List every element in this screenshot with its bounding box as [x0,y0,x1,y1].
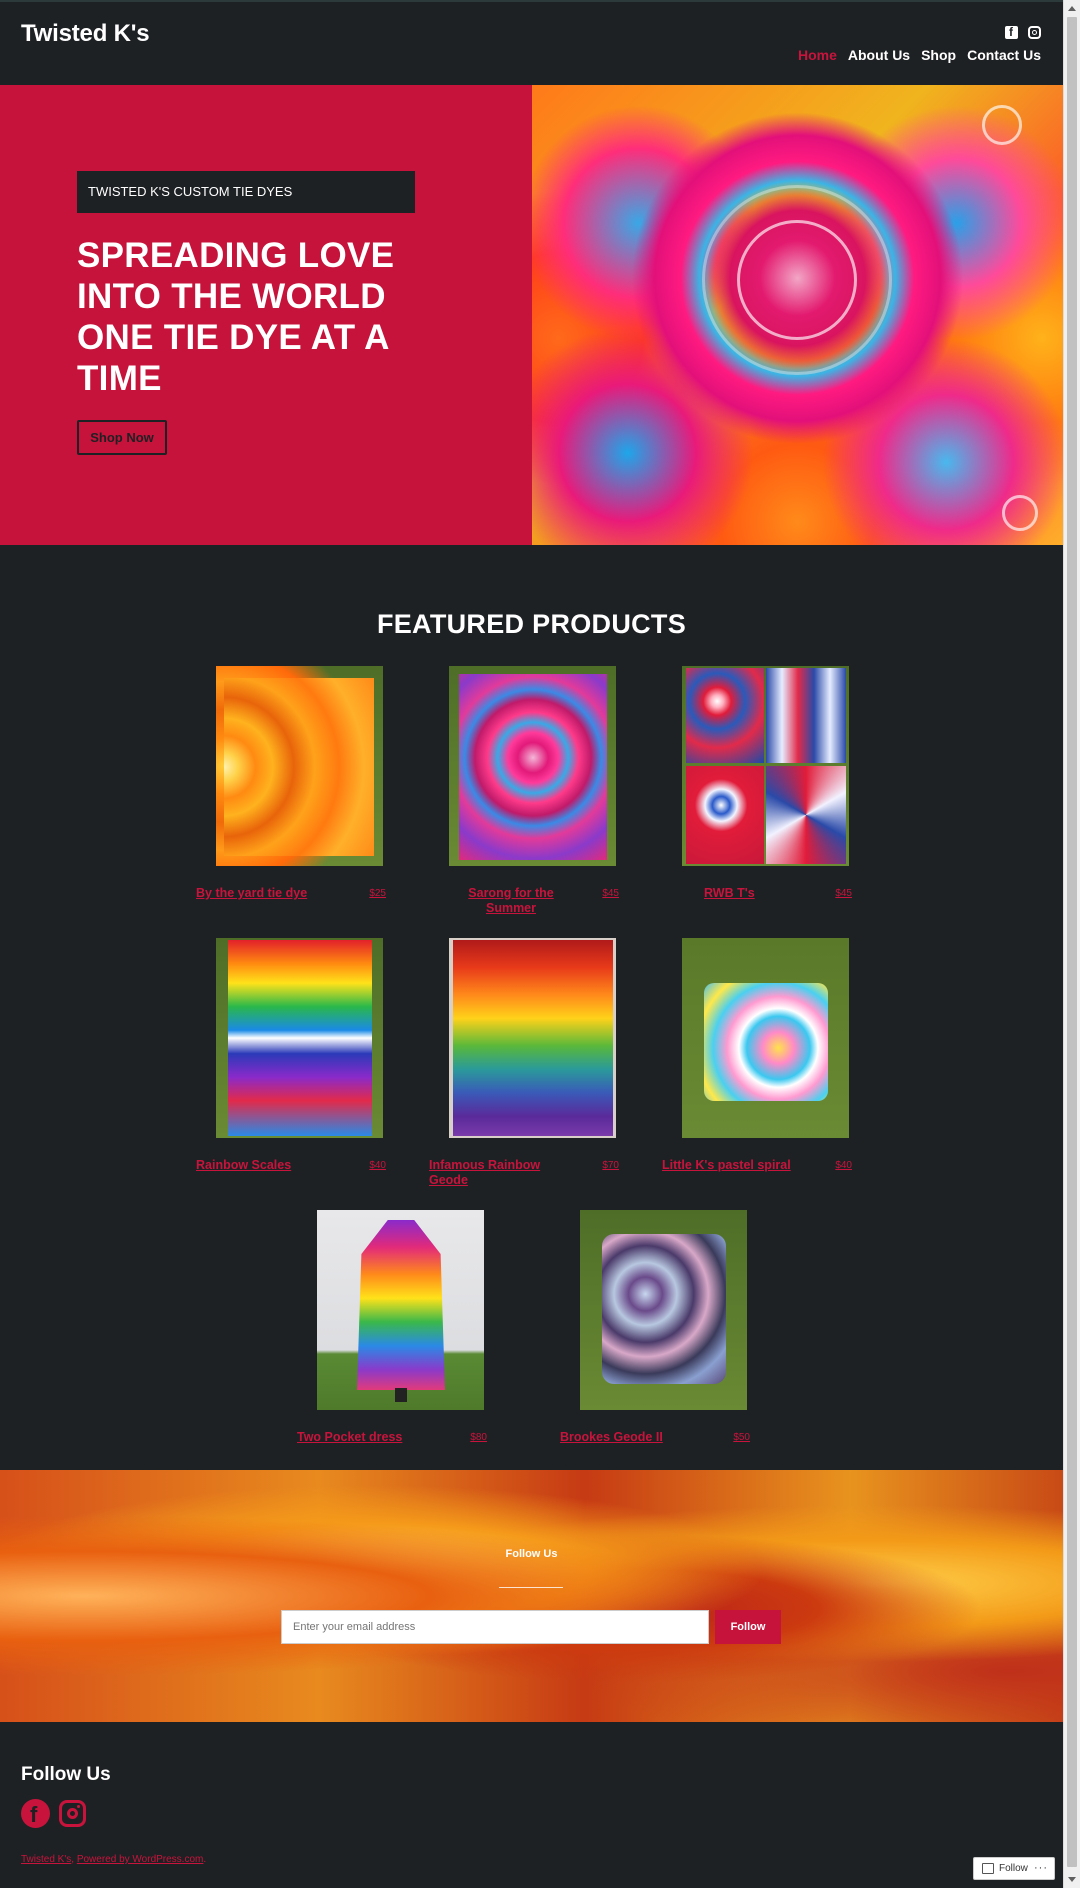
facebook-icon[interactable] [1005,25,1018,39]
page: Twisted K's Home About Us Shop Contact U… [0,0,1063,1888]
credit-end: . [203,1854,207,1865]
subscribe-title: Follow Us [505,1548,558,1560]
site-header: Twisted K's Home About Us Shop Contact U… [0,0,1063,85]
subscribe-section: Follow Us Follow [0,1470,1063,1722]
shop-now-button[interactable]: Shop Now [77,420,167,455]
product-price[interactable]: $70 [602,1160,619,1171]
wordpress-follow-widget[interactable]: Follow ··· [973,1857,1055,1880]
hero-heading: SPREADING LOVE INTO THE WORLD ONE TIE DY… [77,236,395,398]
product-image[interactable] [580,1210,747,1410]
instagram-icon[interactable] [59,1800,86,1827]
header-social-links [1005,25,1041,39]
product-image[interactable] [216,938,383,1138]
scrollbar-thumb[interactable] [1067,17,1077,1867]
product-name[interactable]: Brookes Geode II [560,1430,700,1445]
hero-badge: TWISTED K'S CUSTOM TIE DYES [77,171,415,213]
site-title[interactable]: Twisted K's [21,20,150,48]
nav-shop[interactable]: Shop [921,47,956,63]
product-price[interactable]: $50 [733,1432,750,1443]
credit-wordpress-link[interactable]: Powered by WordPress.com [77,1854,204,1865]
product-image[interactable] [449,938,616,1138]
facebook-icon[interactable] [21,1799,50,1828]
scroll-up-arrow-icon[interactable] [1068,6,1076,11]
product-price[interactable]: $40 [369,1160,386,1171]
product-image[interactable] [317,1210,484,1410]
product-price[interactable]: $40 [835,1160,852,1171]
credit-site-link[interactable]: Twisted K's [21,1854,71,1865]
nav-contact-us[interactable]: Contact Us [967,47,1041,63]
product-name[interactable]: Two Pocket dress [297,1430,437,1445]
footer-follow-heading: Follow Us [21,1764,111,1785]
product-price[interactable]: $25 [369,888,386,899]
product-name[interactable]: By the yard tie dye [196,886,336,901]
product-name[interactable]: Rainbow Scales [196,1158,336,1173]
footer-credits: Twisted K's, Powered by WordPress.com. [21,1854,206,1865]
scroll-down-arrow-icon[interactable] [1068,1877,1076,1882]
wp-follow-label[interactable]: Follow [999,1863,1028,1874]
featured-products-title: FEATURED PRODUCTS [376,609,687,639]
main-navigation: Home About Us Shop Contact Us [798,47,1041,63]
email-input[interactable] [281,1610,709,1644]
subscribe-divider [499,1587,563,1588]
follow-button[interactable]: Follow [715,1610,781,1644]
product-name[interactable]: Sarong for the Summer [451,886,571,916]
hero-section: TWISTED K'S CUSTOM TIE DYES SPREADING LO… [0,85,1063,545]
product-image[interactable] [449,666,616,866]
product-image[interactable] [682,666,849,866]
nav-about-us[interactable]: About Us [848,47,910,63]
product-image[interactable] [682,938,849,1138]
product-price[interactable]: $45 [835,888,852,899]
vertical-scrollbar[interactable] [1063,0,1080,1888]
product-price[interactable]: $45 [602,888,619,899]
product-image[interactable] [216,666,383,866]
product-name[interactable]: Little K's pastel spiral [662,1158,802,1173]
hero-text-panel: TWISTED K'S CUSTOM TIE DYES SPREADING LO… [0,85,532,545]
hero-tie-dye-image [532,85,1063,545]
footer-social-links [21,1799,86,1828]
nav-home[interactable]: Home [798,47,837,63]
reader-icon [982,1863,994,1874]
product-name[interactable]: Infamous Rainbow Geode [429,1158,569,1188]
product-price[interactable]: $80 [470,1432,487,1443]
instagram-icon[interactable] [1028,26,1041,39]
more-options-icon[interactable]: ··· [1034,1858,1048,1879]
product-name[interactable]: RWB T's [704,886,844,901]
